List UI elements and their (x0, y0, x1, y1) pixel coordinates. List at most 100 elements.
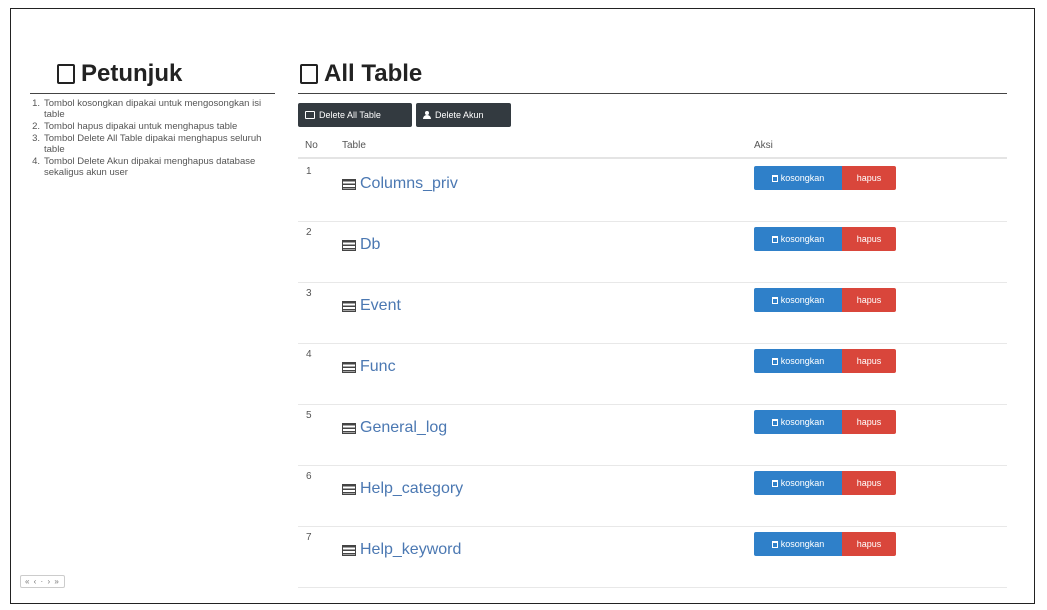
table-name-link[interactable]: Help_category (342, 480, 463, 498)
delete-akun-button[interactable]: Delete Akun (416, 103, 511, 127)
row-number: 2 (306, 227, 312, 238)
all-table-title: All Table (324, 60, 423, 87)
user-icon (423, 111, 431, 119)
trash-icon (771, 540, 778, 548)
table-row: 2 Db kosongkan hapus (298, 222, 1007, 283)
monitor-icon (305, 111, 315, 119)
petunjuk-item: 2. Tombol hapus dipakai untuk menghapus t… (30, 121, 265, 132)
row-divider (298, 587, 1007, 588)
hapus-label: hapus (856, 356, 882, 366)
delete-akun-label: Delete Akun (435, 110, 484, 120)
trash-icon (771, 418, 778, 426)
hapus-label: hapus (856, 173, 882, 183)
table-name-label: General_log (360, 419, 448, 436)
table-row: 4 Func kosongkan hapus (298, 344, 1007, 405)
row-number: 1 (306, 166, 312, 177)
trash-icon (771, 357, 778, 365)
hapus-label: hapus (856, 295, 882, 305)
table-row: 3 Event kosongkan hapus (298, 283, 1007, 344)
kosongkan-label: kosongkan (780, 539, 825, 549)
petunjuk-item-number: 4. (32, 156, 40, 167)
table-icon (342, 300, 356, 312)
kosongkan-label: kosongkan (780, 295, 825, 305)
kosongkan-label: kosongkan (780, 173, 825, 183)
table-name-label: Help_category (360, 480, 464, 497)
petunjuk-item-text: Tombol hapus dipakai untuk menghapus tab… (44, 121, 238, 132)
trash-icon (771, 296, 778, 304)
all-table-divider (298, 93, 1007, 94)
square-icon (57, 64, 75, 84)
trash-icon (771, 174, 778, 182)
kosongkan-button[interactable]: kosongkan (754, 288, 842, 312)
table-name-link[interactable]: Help_keyword (342, 541, 461, 559)
petunjuk-title: Petunjuk (81, 60, 183, 87)
table-name-label: Func (360, 358, 396, 375)
table-row: 1 Columns_priv kosongkan hapus (298, 161, 1007, 222)
row-number: 6 (306, 471, 312, 482)
column-header-no: No (305, 140, 318, 151)
column-header-aksi: Aksi (754, 140, 773, 151)
delete-all-table-button[interactable]: Delete All Table (298, 103, 412, 127)
table-name-label: Columns_priv (360, 175, 458, 192)
table-icon (342, 483, 356, 495)
petunjuk-heading: Petunjuk (57, 60, 182, 88)
all-table-heading: All Table (300, 60, 422, 88)
kosongkan-label: kosongkan (780, 478, 825, 488)
table-name-link[interactable]: Columns_priv (342, 175, 458, 193)
kosongkan-button[interactable]: kosongkan (754, 349, 842, 373)
hapus-button[interactable]: hapus (842, 227, 896, 251)
table-row: 7 Help_keyword kosongkan hapus (298, 527, 1007, 588)
kosongkan-button[interactable]: kosongkan (754, 166, 842, 190)
table-name-link[interactable]: General_log (342, 419, 447, 437)
petunjuk-list: 1. Tombol kosongkan dipakai untuk mengoso… (30, 98, 265, 179)
petunjuk-item: 3. Tombol Delete All Table dipakai mengha… (30, 133, 265, 155)
hapus-label: hapus (856, 539, 882, 549)
row-number: 7 (306, 532, 312, 543)
table-icon (342, 239, 356, 251)
table-row: 6 Help_category kosongkan hapus (298, 466, 1007, 527)
kosongkan-button[interactable]: kosongkan (754, 532, 842, 556)
kosongkan-button[interactable]: kosongkan (754, 471, 842, 495)
table-icon (342, 422, 356, 434)
hapus-button[interactable]: hapus (842, 471, 896, 495)
kosongkan-label: kosongkan (780, 356, 825, 366)
petunjuk-item-text: Tombol kosongkan dipakai untuk mengosong… (44, 98, 262, 120)
kosongkan-label: kosongkan (780, 417, 825, 427)
hapus-button[interactable]: hapus (842, 349, 896, 373)
petunjuk-item: 4. Tombol Delete Akun dipakai menghapus d… (30, 156, 265, 178)
table-icon (342, 361, 356, 373)
petunjuk-item: 1. Tombol kosongkan dipakai untuk mengoso… (30, 98, 265, 120)
row-number: 3 (306, 288, 312, 299)
table-icon (342, 178, 356, 190)
table-name-link[interactable]: Func (342, 358, 396, 376)
hapus-button[interactable]: hapus (842, 410, 896, 434)
table-icon (342, 544, 356, 556)
hapus-button[interactable]: hapus (842, 532, 896, 556)
petunjuk-item-number: 2. (32, 121, 40, 132)
table-row: 5 General_log kosongkan hapus (298, 405, 1007, 466)
delete-all-table-label: Delete All Table (319, 110, 381, 120)
table-name-link[interactable]: Db (342, 236, 380, 254)
table-name-label: Help_keyword (360, 541, 462, 558)
hapus-label: hapus (856, 417, 882, 427)
table-header-divider (298, 157, 1007, 159)
kosongkan-button[interactable]: kosongkan (754, 410, 842, 434)
kosongkan-label: kosongkan (780, 234, 825, 244)
petunjuk-item-text: Tombol Delete Akun dipakai menghapus dat… (44, 156, 256, 178)
hapus-button[interactable]: hapus (842, 166, 896, 190)
row-number: 5 (306, 410, 312, 421)
kosongkan-button[interactable]: kosongkan (754, 227, 842, 251)
petunjuk-divider (30, 93, 275, 94)
hapus-button[interactable]: hapus (842, 288, 896, 312)
trash-icon (771, 479, 778, 487)
table-name-label: Event (360, 297, 401, 314)
table-name-label: Db (360, 236, 381, 253)
row-number: 4 (306, 349, 312, 360)
hapus-label: hapus (856, 478, 882, 488)
petunjuk-item-number: 3. (32, 133, 40, 144)
trash-icon (771, 235, 778, 243)
table-name-link[interactable]: Event (342, 297, 401, 315)
column-header-table: Table (342, 140, 366, 151)
petunjuk-item-number: 1. (32, 98, 40, 109)
pagination[interactable]: « ‹ · › » (20, 575, 65, 588)
